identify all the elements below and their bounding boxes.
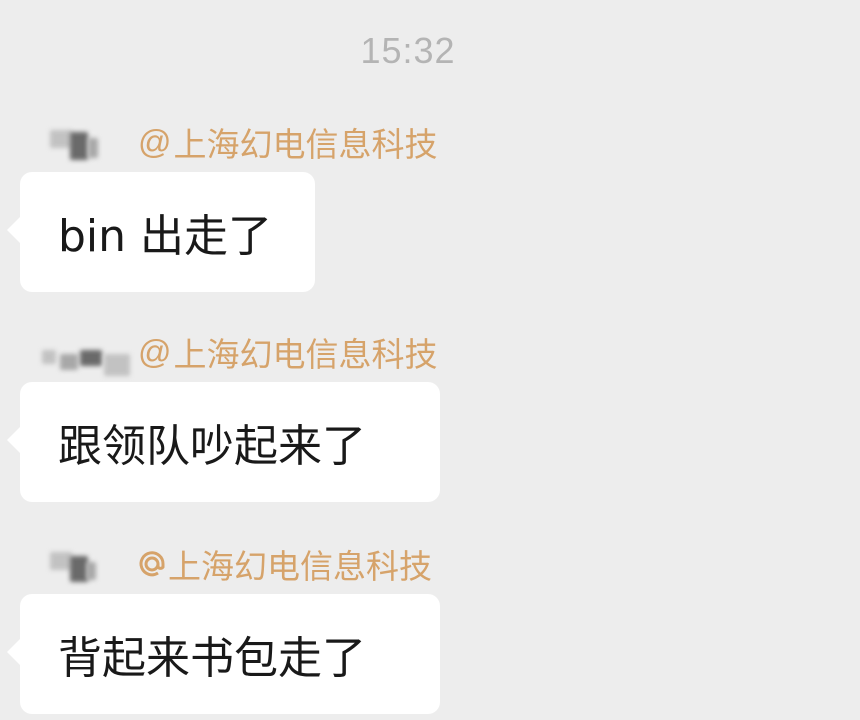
message-bubble[interactable]: 跟领队吵起来了 xyxy=(7,382,440,502)
pixelated-avatar[interactable] xyxy=(20,544,138,584)
at-sign: @ xyxy=(138,123,172,160)
at-sign: @ xyxy=(138,333,172,370)
sender-name[interactable]: @ 上海幻电信息科技 xyxy=(138,328,438,376)
message-timestamp: 15:32 xyxy=(360,30,456,71)
pixelated-avatar[interactable] xyxy=(20,122,138,162)
pixelated-avatar[interactable] xyxy=(20,332,138,376)
message-bubble[interactable]: bin 出走了 xyxy=(7,172,315,292)
sender-name-text: 上海幻电信息科技 xyxy=(173,125,438,164)
sender-name[interactable]: @ 上海幻电信息科技 xyxy=(138,118,438,166)
sender-row: @ 上海幻电信息科技 xyxy=(20,328,438,376)
sender-row: @ 上海幻电信息科技 xyxy=(20,120,438,164)
sender-name[interactable]: 上海幻电信息科技 xyxy=(138,540,432,588)
message-text: 背起来书包走了 xyxy=(58,633,366,684)
sender-name-text: 上海幻电信息科技 xyxy=(173,335,438,374)
message-bubble[interactable]: 背起来书包走了 xyxy=(7,594,440,714)
sender-row: 上海幻电信息科技 xyxy=(20,542,432,586)
message-text: bin 出走了 xyxy=(58,211,273,262)
at-sign-icon xyxy=(139,551,165,577)
sender-name-text: 上海幻电信息科技 xyxy=(168,547,432,586)
message-text: 跟领队吵起来了 xyxy=(58,421,366,472)
